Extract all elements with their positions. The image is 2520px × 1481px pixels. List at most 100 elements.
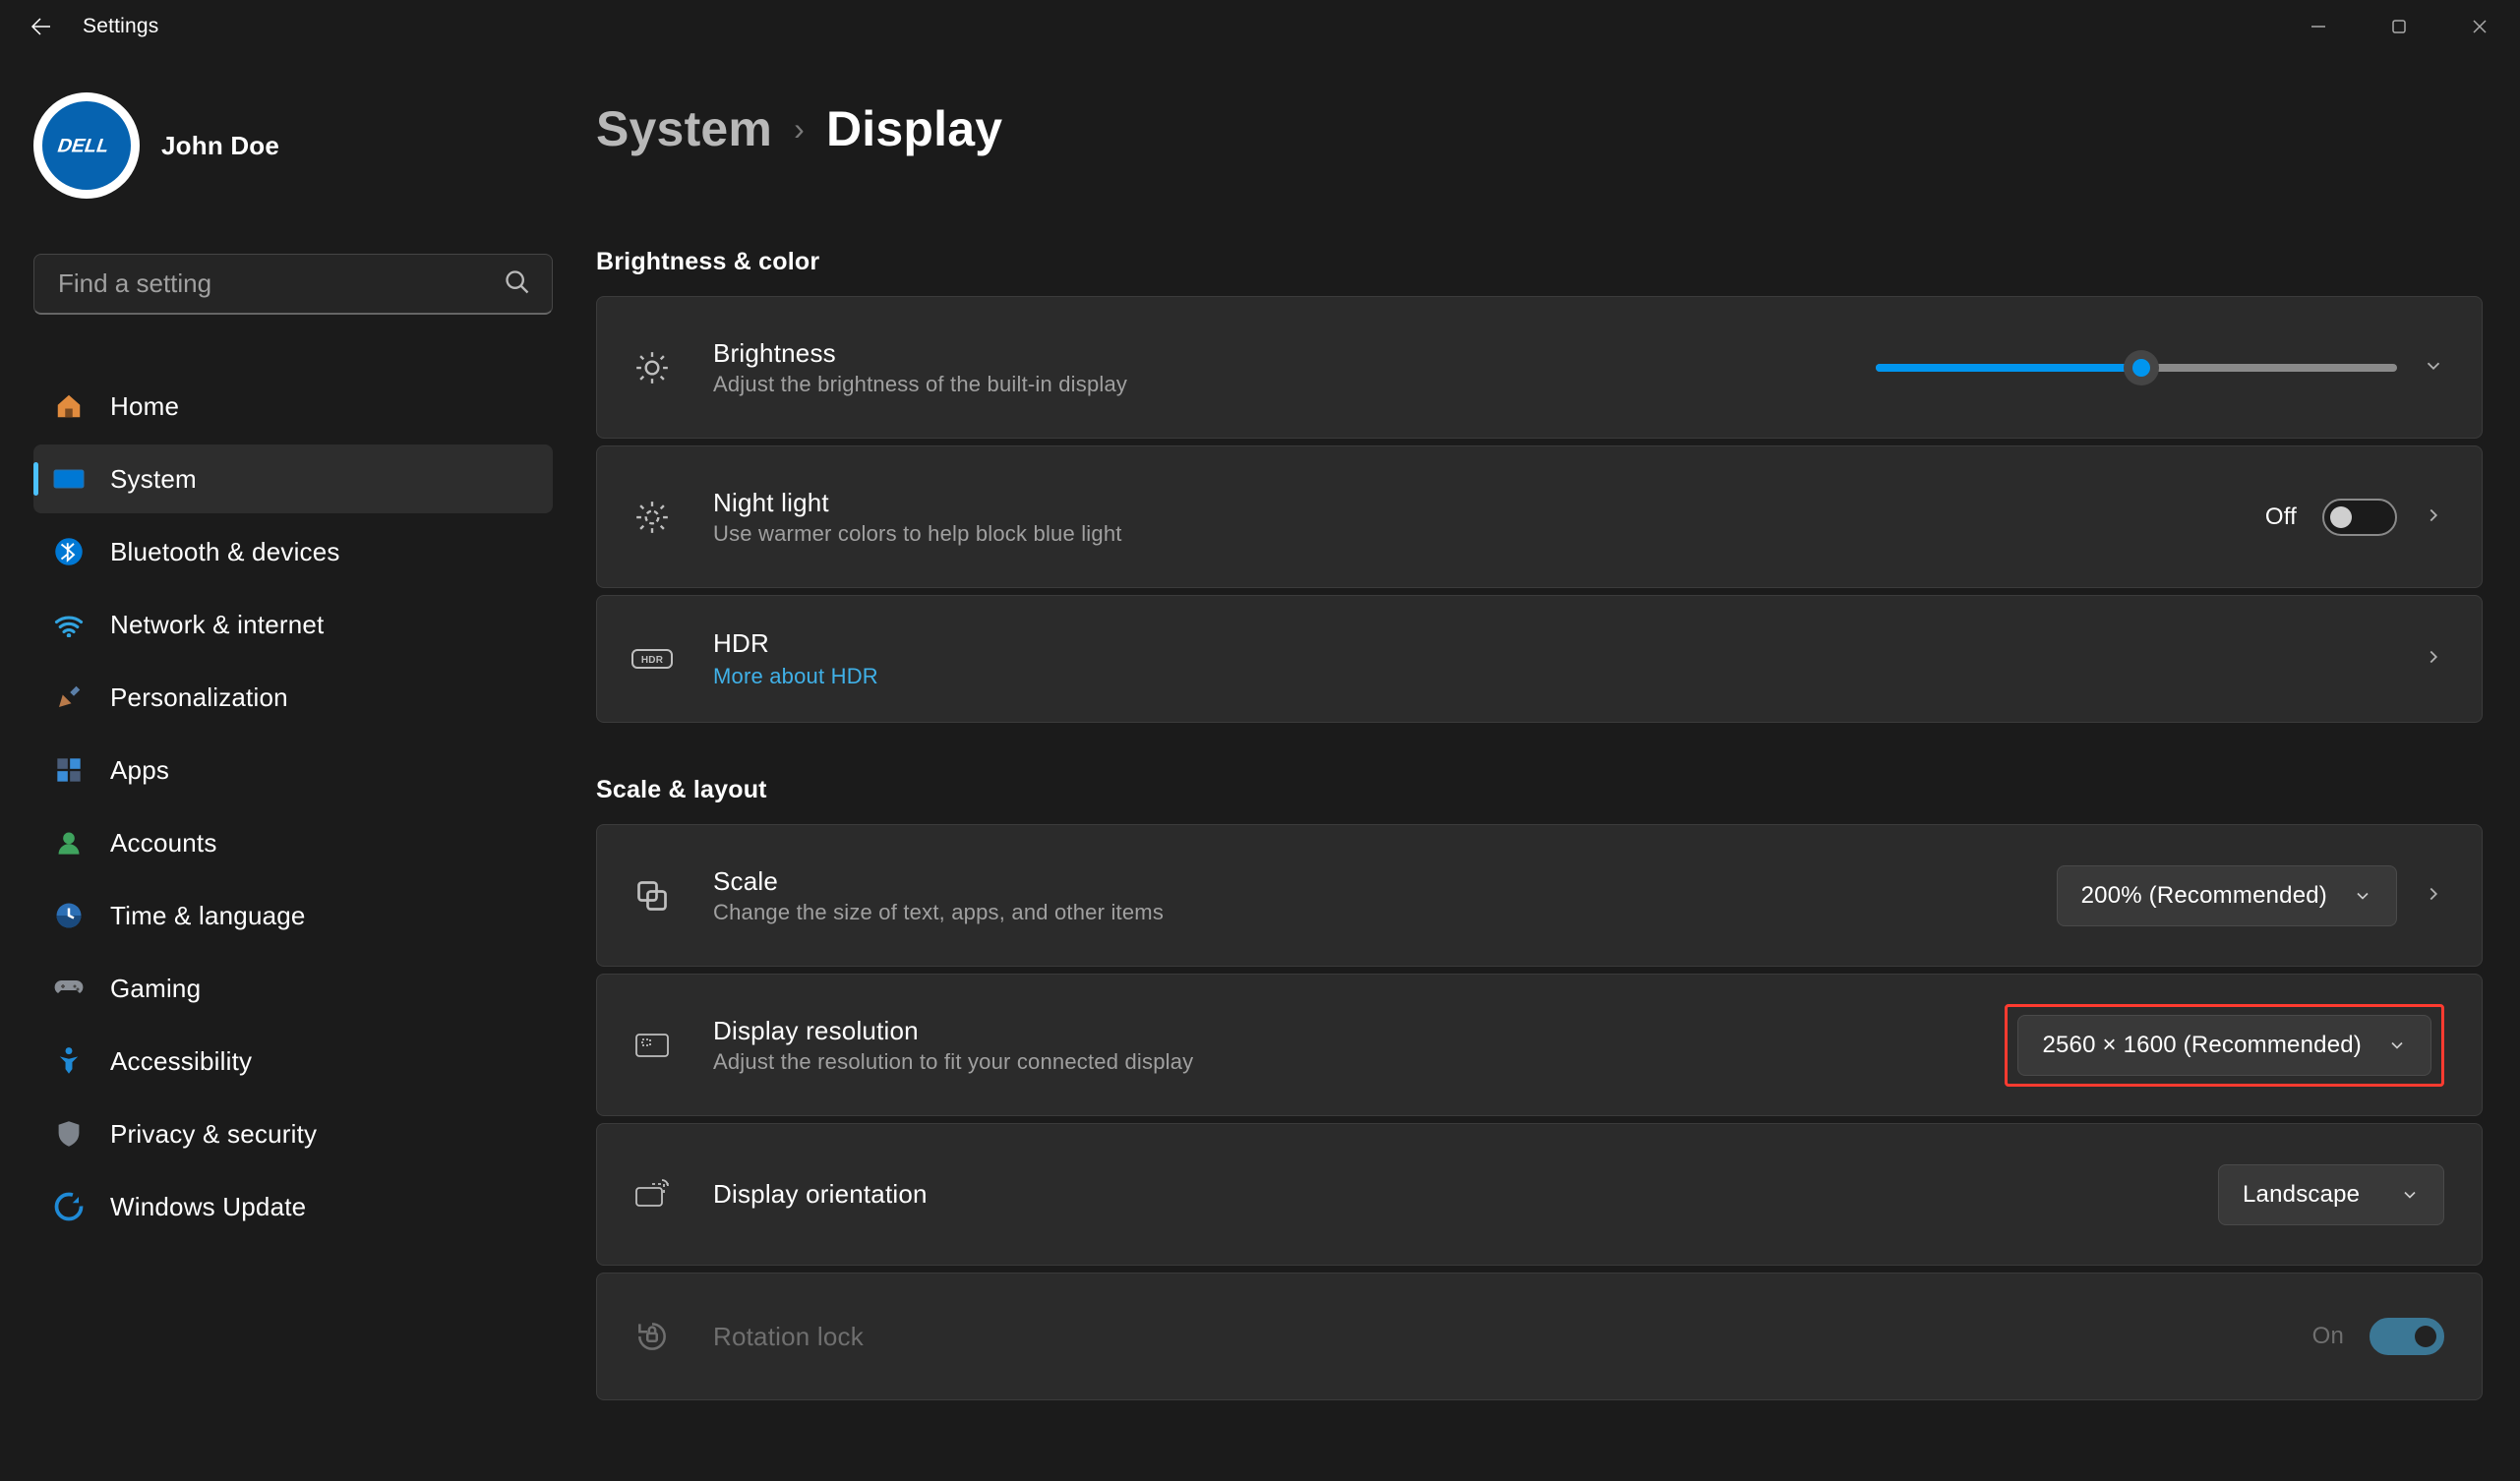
brightness-icon xyxy=(625,349,680,386)
sidebar-item-label: System xyxy=(110,464,197,495)
sidebar-item-accounts[interactable]: Accounts xyxy=(33,808,553,877)
card-scale[interactable]: Scale Change the size of text, apps, and… xyxy=(596,824,2483,967)
network-icon xyxy=(53,609,85,640)
sidebar-item-personalization[interactable]: Personalization xyxy=(33,663,553,732)
time-icon xyxy=(53,900,85,931)
accounts-icon xyxy=(53,827,85,859)
orientation-title: Display orientation xyxy=(713,1179,2185,1210)
titlebar: Settings xyxy=(0,0,2520,53)
orientation-dropdown[interactable]: Landscape xyxy=(2218,1164,2444,1225)
sidebar: DELL John Doe Home System Bluetooth & de… xyxy=(0,53,586,1481)
rotation-lock-state-label: On xyxy=(2312,1323,2344,1350)
sidebar-item-network[interactable]: Network & internet xyxy=(33,590,553,659)
breadcrumb: System › Display xyxy=(596,100,2483,157)
gaming-icon xyxy=(53,973,85,1004)
resolution-title: Display resolution xyxy=(713,1016,1971,1046)
sidebar-item-label: Accessibility xyxy=(110,1046,252,1077)
sidebar-nav: Home System Bluetooth & devices Network … xyxy=(33,372,553,1241)
sidebar-item-privacy[interactable]: Privacy & security xyxy=(33,1099,553,1168)
apps-icon xyxy=(53,754,85,786)
sidebar-item-label: Windows Update xyxy=(110,1192,306,1222)
window-controls xyxy=(2278,0,2520,53)
maximize-button[interactable] xyxy=(2359,0,2439,53)
rotation-lock-title: Rotation lock xyxy=(713,1322,2279,1352)
scale-icon xyxy=(625,878,680,914)
resolution-highlight: 2560 × 1600 (Recommended) xyxy=(2005,1004,2444,1087)
resolution-subtitle: Adjust the resolution to fit your connec… xyxy=(713,1049,1971,1075)
sidebar-item-time[interactable]: Time & language xyxy=(33,881,553,950)
night-light-toggle[interactable] xyxy=(2322,499,2397,536)
brightness-title: Brightness xyxy=(713,338,1842,369)
chevron-right-icon[interactable] xyxy=(2423,883,2444,909)
night-light-title: Night light xyxy=(713,488,2232,518)
section-brightness-title: Brightness & color xyxy=(596,248,2483,276)
scale-subtitle: Change the size of text, apps, and other… xyxy=(713,900,2023,925)
search-input[interactable] xyxy=(33,254,553,315)
sidebar-item-label: Network & internet xyxy=(110,610,324,640)
resolution-value: 2560 × 1600 (Recommended) xyxy=(2042,1032,2362,1059)
home-icon xyxy=(53,390,85,422)
rotation-lock-toggle xyxy=(2370,1318,2444,1355)
night-light-icon xyxy=(625,499,680,536)
sidebar-item-label: Apps xyxy=(110,755,169,786)
sidebar-item-accessibility[interactable]: Accessibility xyxy=(33,1027,553,1096)
sidebar-item-label: Time & language xyxy=(110,901,306,931)
chevron-right-icon[interactable] xyxy=(2423,646,2444,672)
section-scale-title: Scale & layout xyxy=(596,776,2483,804)
card-rotation-lock: Rotation lock On xyxy=(596,1273,2483,1400)
hdr-icon: HDR xyxy=(625,644,680,674)
scale-value: 200% (Recommended) xyxy=(2081,882,2327,910)
accessibility-icon xyxy=(53,1045,85,1077)
sidebar-item-gaming[interactable]: Gaming xyxy=(33,954,553,1023)
sidebar-item-home[interactable]: Home xyxy=(33,372,553,441)
sidebar-item-label: Personalization xyxy=(110,682,288,713)
chevron-down-icon[interactable] xyxy=(2423,355,2444,381)
hdr-title: HDR xyxy=(713,628,2389,659)
avatar: DELL xyxy=(33,92,140,199)
page-title: Display xyxy=(826,100,1002,157)
svg-text:HDR: HDR xyxy=(641,655,664,666)
update-icon xyxy=(53,1191,85,1222)
orientation-value: Landscape xyxy=(2243,1181,2360,1209)
card-resolution[interactable]: Display resolution Adjust the resolution… xyxy=(596,974,2483,1116)
app-title: Settings xyxy=(83,15,158,38)
system-icon xyxy=(53,463,85,495)
account-name: John Doe xyxy=(161,131,279,161)
minimize-button[interactable] xyxy=(2278,0,2359,53)
orientation-icon xyxy=(625,1178,680,1212)
night-light-subtitle: Use warmer colors to help block blue lig… xyxy=(713,521,2232,547)
sidebar-item-bluetooth[interactable]: Bluetooth & devices xyxy=(33,517,553,586)
night-light-state-label: Off xyxy=(2265,504,2297,531)
resolution-dropdown[interactable]: 2560 × 1600 (Recommended) xyxy=(2017,1015,2431,1076)
sidebar-item-label: Home xyxy=(110,391,179,422)
sidebar-item-label: Bluetooth & devices xyxy=(110,537,340,567)
chevron-right-icon[interactable] xyxy=(2423,504,2444,530)
sidebar-item-label: Privacy & security xyxy=(110,1119,317,1150)
brightness-subtitle: Adjust the brightness of the built-in di… xyxy=(713,372,1842,397)
sidebar-item-apps[interactable]: Apps xyxy=(33,736,553,804)
search-box[interactable] xyxy=(33,254,553,315)
back-button[interactable] xyxy=(18,6,59,47)
scale-dropdown[interactable]: 200% (Recommended) xyxy=(2057,865,2397,926)
main-content: System › Display Brightness & color Brig… xyxy=(586,53,2520,1481)
account-header[interactable]: DELL John Doe xyxy=(33,92,553,199)
card-hdr[interactable]: HDR HDR More about HDR xyxy=(596,595,2483,723)
chevron-right-icon: › xyxy=(794,111,805,148)
scale-title: Scale xyxy=(713,866,2023,897)
hdr-link[interactable]: More about HDR xyxy=(713,664,2389,689)
card-brightness[interactable]: Brightness Adjust the brightness of the … xyxy=(596,296,2483,439)
sidebar-item-system[interactable]: System xyxy=(33,444,553,513)
card-orientation[interactable]: Display orientation Landscape xyxy=(596,1123,2483,1266)
sidebar-item-label: Accounts xyxy=(110,828,217,859)
personalization-icon xyxy=(53,681,85,713)
bluetooth-icon xyxy=(53,536,85,567)
card-night-light[interactable]: Night light Use warmer colors to help bl… xyxy=(596,445,2483,588)
sidebar-item-update[interactable]: Windows Update xyxy=(33,1172,553,1241)
breadcrumb-level1[interactable]: System xyxy=(596,100,772,157)
sidebar-item-label: Gaming xyxy=(110,974,201,1004)
privacy-icon xyxy=(53,1118,85,1150)
brightness-slider[interactable] xyxy=(1876,364,2397,372)
rotation-lock-icon xyxy=(625,1318,680,1355)
close-button[interactable] xyxy=(2439,0,2520,53)
resolution-icon xyxy=(625,1029,680,1062)
